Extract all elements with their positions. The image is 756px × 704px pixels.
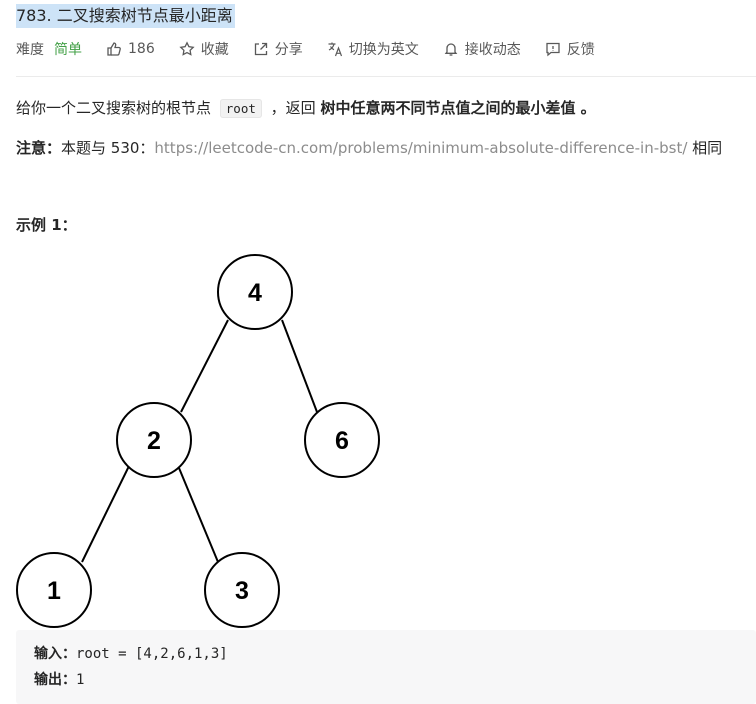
tree-node-label-2: 2 (147, 427, 161, 455)
notify-label: 接收动态 (464, 42, 521, 58)
tree-node-label-3: 3 (235, 577, 249, 605)
notify-button[interactable]: 接收动态 (443, 39, 521, 59)
example-code-block: 输入：root = [4,2,6,1,3] 输出：1 (16, 630, 756, 704)
problem-note: 注意：本题与 530：https://leetcode-cn.com/probl… (16, 136, 722, 160)
star-icon (179, 41, 195, 56)
example-input-line: 输入：root = [4,2,6,1,3] (34, 644, 228, 664)
problem-title: 783. 二叉搜索树节点最小距离 (16, 4, 235, 28)
tree-node-label-6: 6 (335, 427, 349, 455)
share-label: 分享 (274, 42, 303, 58)
binary-tree-diagram: 4 2 6 1 3 (16, 254, 380, 628)
difficulty: 难度 简单 (16, 39, 82, 59)
tree-edge-2-3 (178, 467, 219, 563)
feedback-label: 反馈 (566, 42, 595, 58)
note-suffix: 相同 (687, 139, 723, 157)
related-problem-link[interactable]: https://leetcode-cn.com/problems/minimum… (154, 139, 687, 157)
share-icon (254, 42, 267, 56)
example-output-line: 输出：1 (34, 670, 84, 690)
translate-button[interactable]: 切换为英文 (327, 39, 419, 59)
difficulty-value: 简单 (54, 42, 82, 58)
description-bold: 树中任意两不同节点值之间的最小差值 (320, 99, 576, 117)
note-label: 注意： (16, 139, 62, 157)
example-output-label: 输出： (34, 672, 76, 688)
favorite-button[interactable]: 收藏 (179, 39, 229, 59)
description-prefix: 给你一个二叉搜索树的根节点 (16, 99, 216, 117)
problem-meta-bar: 难度 简单 186 收藏 分享 切换为英文 接收动态 反馈 (16, 38, 595, 60)
translate-label: 切换为英文 (348, 42, 419, 58)
inline-code-root: root (219, 99, 262, 118)
problem-description: 给你一个二叉搜索树的根节点 root ，返回 树中任意两不同节点值之间的最小差值… (16, 96, 596, 120)
tree-node-label-1: 1 (47, 577, 61, 605)
description-suffix: 。 (575, 99, 596, 117)
example-output-value: 1 (76, 672, 85, 688)
feedback-button[interactable]: 反馈 (545, 39, 595, 59)
note-text: 本题与 530： (61, 139, 155, 157)
favorite-label: 收藏 (200, 42, 229, 58)
like-button[interactable]: 186 (106, 41, 155, 57)
tree-edge-4-2 (180, 319, 229, 413)
example-title: 示例 1： (16, 216, 77, 234)
header-divider (16, 76, 756, 77)
bell-icon (444, 43, 458, 56)
translate-icon (328, 42, 342, 57)
difficulty-label: 难度 (16, 42, 44, 58)
description-middle: ，返回 (265, 99, 321, 117)
example-input-value: root = [4,2,6,1,3] (76, 646, 228, 662)
like-count: 186 (128, 41, 155, 57)
tree-edge-2-1 (81, 465, 130, 563)
share-button[interactable]: 分享 (253, 39, 303, 59)
tree-edge-4-6 (281, 319, 318, 413)
feedback-icon (546, 42, 560, 57)
thumbs-up-icon (107, 42, 121, 56)
example-input-label: 输入： (34, 646, 76, 662)
tree-node-label-4: 4 (248, 279, 262, 307)
